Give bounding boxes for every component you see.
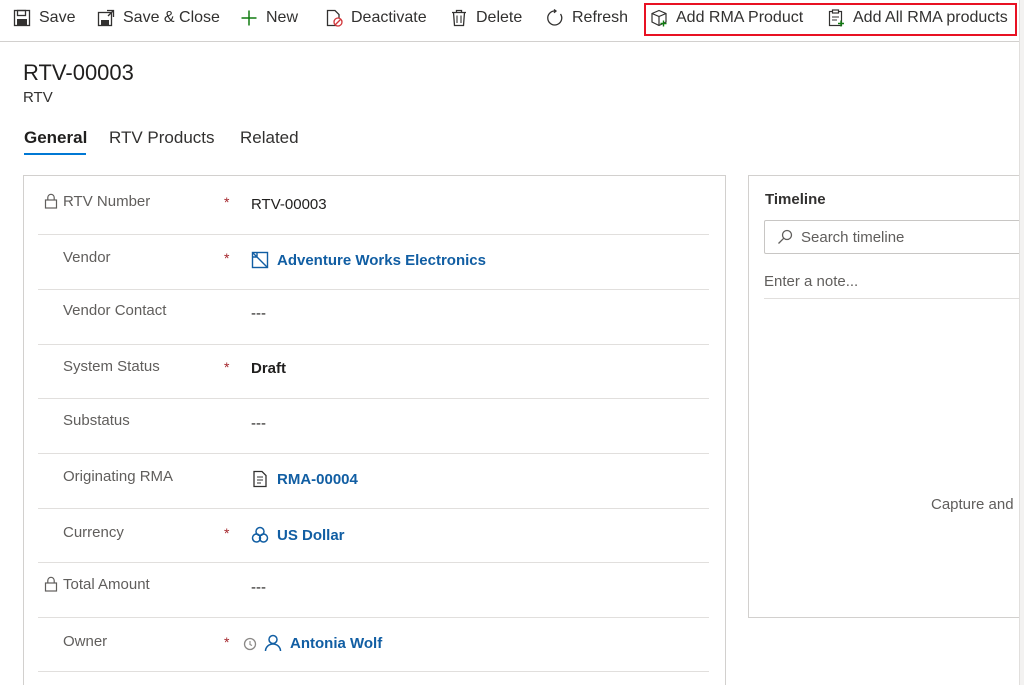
- coins-icon: [251, 526, 269, 543]
- timeline-note-input[interactable]: Enter a note...: [764, 273, 858, 290]
- timeline-title: Timeline: [765, 191, 826, 208]
- row-divider: [38, 453, 709, 454]
- row-divider: [38, 289, 709, 290]
- rtv-number-value: RTV-00003: [251, 196, 327, 213]
- substatus-label: Substatus: [63, 412, 130, 429]
- total-amount-value: ---: [251, 579, 266, 596]
- search-icon: [778, 229, 793, 244]
- vendor-lookup-link[interactable]: Adventure Works Electronics: [251, 251, 486, 269]
- refresh-label: Refresh: [572, 9, 629, 26]
- save-close-label: Save & Close: [123, 9, 220, 26]
- document-icon: [253, 470, 267, 488]
- record-title: RTV-00003: [23, 60, 134, 85]
- account-icon: [251, 251, 269, 269]
- tab-related[interactable]: Related: [240, 128, 299, 148]
- owner-value: Antonia Wolf: [290, 634, 383, 652]
- currency-lookup-link[interactable]: US Dollar: [251, 526, 345, 544]
- row-divider: [38, 234, 709, 235]
- new-button[interactable]: New: [240, 0, 298, 36]
- system-status-label: System Status: [63, 358, 160, 375]
- originating-rma-value: RMA-00004: [277, 470, 358, 488]
- record-entity-name: RTV: [23, 89, 53, 106]
- required-indicator: *: [224, 634, 230, 650]
- plus-icon: [241, 10, 257, 26]
- owner-lookup-link[interactable]: Antonia Wolf: [264, 634, 382, 652]
- new-label: New: [266, 9, 299, 26]
- lock-icon: [44, 576, 58, 592]
- required-indicator: *: [224, 194, 230, 210]
- originating-rma-label: Originating RMA: [63, 468, 174, 485]
- required-indicator: *: [224, 250, 230, 266]
- highlight-box: [644, 3, 1017, 36]
- vendor-value: Adventure Works Electronics: [277, 251, 486, 269]
- row-divider: [38, 398, 709, 399]
- save-close-icon: [97, 9, 115, 27]
- tab-rtv-products[interactable]: RTV Products: [109, 128, 215, 148]
- row-divider: [38, 671, 709, 672]
- rtv-number-label: RTV Number: [63, 193, 151, 210]
- trash-icon: [452, 9, 466, 27]
- refresh-icon: [547, 9, 563, 26]
- deactivate-icon: [326, 9, 343, 27]
- total-amount-label: Total Amount: [63, 576, 150, 593]
- note-divider: [764, 298, 1024, 299]
- tab-general[interactable]: General: [24, 128, 87, 148]
- command-bar: Save Save & Close New Deactivate Delete …: [0, 0, 1024, 42]
- substatus-value[interactable]: ---: [251, 415, 266, 432]
- save-and-close-button[interactable]: Save & Close: [97, 0, 220, 36]
- user-icon: [264, 634, 282, 652]
- save-label: Save: [39, 9, 76, 26]
- save-icon: [13, 9, 31, 27]
- row-divider: [38, 562, 709, 563]
- row-divider: [38, 344, 709, 345]
- timeline-search-input[interactable]: Search timeline: [764, 220, 1024, 254]
- row-divider: [38, 617, 709, 618]
- row-divider: [38, 508, 709, 509]
- currency-label: Currency: [63, 524, 124, 541]
- system-status-value[interactable]: Draft: [251, 360, 286, 377]
- refresh-button[interactable]: Refresh: [546, 0, 628, 36]
- required-indicator: *: [224, 359, 230, 375]
- lock-icon: [44, 193, 58, 209]
- vendor-contact-label: Vendor Contact: [63, 302, 167, 319]
- window-edge: [1019, 0, 1024, 685]
- timeline-empty-text: Capture and: [931, 496, 1014, 513]
- deactivate-button[interactable]: Deactivate: [325, 0, 427, 36]
- timeline-search-placeholder: Search timeline: [801, 228, 905, 246]
- vendor-label: Vendor: [63, 249, 111, 266]
- owner-label: Owner: [63, 633, 108, 650]
- vendor-contact-value[interactable]: ---: [251, 305, 266, 322]
- save-button[interactable]: Save: [13, 0, 75, 36]
- delete-label: Delete: [476, 9, 523, 26]
- required-indicator: *: [224, 525, 230, 541]
- delete-button[interactable]: Delete: [450, 0, 522, 36]
- originating-rma-lookup-link[interactable]: RMA-00004: [251, 470, 358, 488]
- presence-icon: [243, 637, 257, 651]
- currency-value: US Dollar: [277, 526, 345, 544]
- deactivate-label: Deactivate: [351, 9, 427, 26]
- active-tab-indicator: [24, 153, 86, 155]
